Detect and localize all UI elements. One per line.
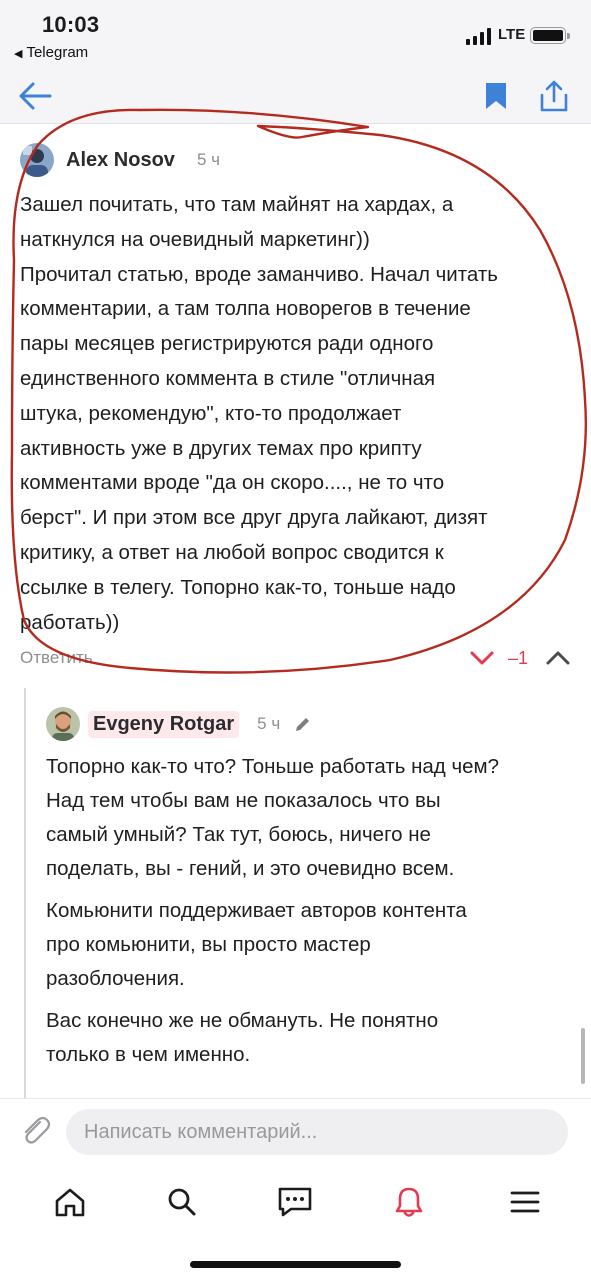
thread-line bbox=[24, 688, 26, 1098]
reply-comment: Evgeny Rotgar 5 ч Топорно как-то что? То… bbox=[46, 704, 576, 1072]
reply-header: Evgeny Rotgar 5 ч bbox=[46, 704, 576, 744]
reply-author[interactable]: Evgeny Rotgar bbox=[88, 710, 240, 738]
comment-line: берст". И при этом все друг друга лайкаю… bbox=[20, 506, 488, 530]
comment-line: Прочитал статью, вроде заманчиво. Начал … bbox=[20, 262, 498, 286]
tab-menu[interactable] bbox=[505, 1182, 545, 1222]
home-indicator bbox=[190, 1261, 401, 1268]
vote-down-button[interactable] bbox=[468, 646, 496, 670]
reply-time: 5 ч bbox=[257, 714, 281, 733]
comment-line: активность уже в других темах про крипту bbox=[20, 436, 422, 460]
vote-up-button[interactable] bbox=[544, 646, 572, 670]
bookmark-button[interactable] bbox=[476, 76, 516, 116]
comment-line: пары месяцев регистрируются ради одного bbox=[20, 332, 434, 356]
comment-line: ссылке в телегу. Топорно как-то, тоньше … bbox=[20, 575, 456, 599]
back-triangle-icon: ◀ bbox=[14, 48, 23, 60]
comment-line: наткнулся на очевидный маркетинг)) bbox=[20, 227, 370, 251]
network-label: LTE bbox=[498, 26, 526, 43]
avatar[interactable] bbox=[20, 143, 54, 177]
scrollbar[interactable] bbox=[581, 1028, 585, 1084]
reply-line: Топорно как-то что? Тоньше работать над … bbox=[46, 755, 500, 778]
reply-line: Над тем чтобы вам не показалось что вы bbox=[46, 789, 441, 812]
chevron-up-icon bbox=[546, 651, 570, 665]
reply-paragraph: Комьюнити поддерживает авторов контента … bbox=[46, 894, 576, 996]
reply-button[interactable]: Ответить bbox=[20, 648, 93, 668]
comment: Alex Nosov 5 ч Зашел почитать, что там м… bbox=[20, 140, 575, 640]
tab-home[interactable] bbox=[50, 1182, 90, 1222]
paperclip-icon bbox=[24, 1116, 51, 1144]
status-time: 10:03 bbox=[42, 12, 100, 37]
tab-notifications[interactable] bbox=[389, 1182, 429, 1222]
reply-line: разоблочения. bbox=[46, 967, 185, 990]
top-nav-bar bbox=[0, 66, 591, 124]
comment-input[interactable] bbox=[66, 1109, 568, 1155]
avatar[interactable] bbox=[46, 707, 80, 741]
comment-body: Зашел почитать, что там майнят на хардах… bbox=[20, 188, 575, 640]
share-icon bbox=[540, 80, 568, 112]
arrow-left-icon bbox=[19, 82, 52, 110]
tab-search[interactable] bbox=[162, 1182, 202, 1222]
comment-line: работать)) bbox=[20, 610, 120, 634]
reply-line: поделать, вы - гений, и это очевидно все… bbox=[46, 857, 455, 880]
comment-line: критику, а ответ на любой вопрос сводитс… bbox=[20, 540, 444, 564]
bell-icon bbox=[395, 1187, 423, 1217]
search-icon bbox=[168, 1188, 196, 1216]
comment-author[interactable]: Alex Nosov bbox=[66, 149, 175, 172]
home-icon bbox=[55, 1188, 85, 1217]
reply-line: только в чем именно. bbox=[46, 1043, 251, 1066]
chat-icon bbox=[278, 1187, 312, 1217]
reply-line: Комьюнити поддерживает авторов контента bbox=[46, 899, 467, 922]
back-app-label: Telegram bbox=[26, 44, 89, 61]
back-to-app-link[interactable]: ◀ Telegram bbox=[14, 44, 88, 61]
reply-paragraph: Топорно как-то что? Тоньше работать над … bbox=[46, 750, 576, 886]
reply-line: самый умный? Так тут, боюсь, ничего не bbox=[46, 823, 431, 846]
bottom-tab-bar bbox=[0, 1166, 591, 1236]
back-button[interactable] bbox=[15, 76, 55, 116]
menu-icon bbox=[510, 1191, 540, 1213]
reply-line: Вас конечно же не обмануть. Не понятно bbox=[46, 1009, 439, 1032]
bookmark-icon bbox=[486, 83, 506, 109]
tab-chats[interactable] bbox=[275, 1182, 315, 1222]
attach-button[interactable] bbox=[18, 1113, 52, 1147]
share-button[interactable] bbox=[534, 76, 574, 116]
signal-icon bbox=[466, 28, 492, 45]
chevron-down-icon bbox=[470, 651, 494, 665]
edit-pencil-icon[interactable] bbox=[294, 715, 312, 733]
status-bar: 10:03 ◀ Telegram LTE bbox=[0, 0, 591, 66]
comment-score: –1 bbox=[508, 648, 529, 668]
battery-icon bbox=[530, 27, 570, 44]
comment-header: Alex Nosov 5 ч bbox=[20, 140, 575, 180]
reply-line: про комьюнити, вы просто мастер bbox=[46, 933, 371, 956]
comment-line: комментами вроде "да он скоро...., не то… bbox=[20, 471, 445, 495]
comment-line: Зашел почитать, что там майнят на хардах… bbox=[20, 193, 454, 216]
comment-line: единственного коммента в стиле "отличная bbox=[20, 366, 436, 390]
comment-line: комментарии, а там толпа новорегов в теч… bbox=[20, 297, 471, 321]
comment-time: 5 ч bbox=[196, 150, 220, 169]
reply-paragraph: Вас конечно же не обмануть. Не понятно т… bbox=[46, 1004, 576, 1072]
reply-body: Топорно как-то что? Тоньше работать над … bbox=[46, 750, 576, 1072]
comment-composer bbox=[0, 1098, 591, 1164]
comment-line: штука, рекомендую", кто-то продолжает bbox=[20, 401, 402, 425]
